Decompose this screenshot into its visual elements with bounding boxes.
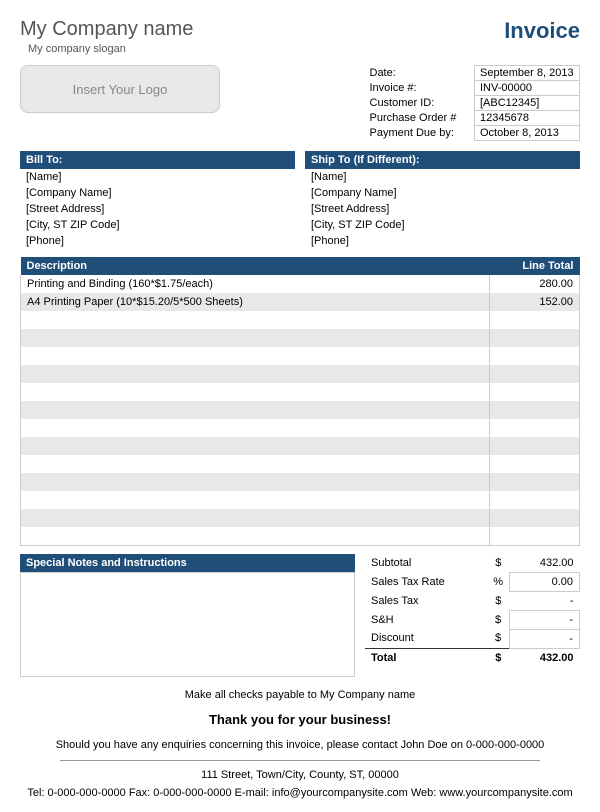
bill-to-name[interactable]: [Name]	[20, 169, 295, 185]
company-slogan: My company slogan	[28, 43, 193, 55]
subtotal-label: Subtotal	[365, 554, 487, 573]
item-desc[interactable]	[21, 455, 490, 473]
meta-invoice-value[interactable]: INV-00000	[475, 81, 580, 96]
discount-sym: $	[487, 629, 509, 648]
item-desc[interactable]	[21, 419, 490, 437]
sh-sym: $	[487, 610, 509, 629]
tax-label: Sales Tax	[365, 591, 487, 610]
total-label: Total	[365, 648, 487, 667]
bill-to-section: Bill To: [Name] [Company Name] [Street A…	[20, 151, 295, 249]
item-desc[interactable]	[21, 365, 490, 383]
invoice-title: Invoice	[504, 18, 580, 44]
item-total[interactable]: 280.00	[490, 275, 580, 293]
meta-customer-value[interactable]: [ABC12345]	[475, 96, 580, 111]
item-desc[interactable]	[21, 383, 490, 401]
footer-payable: Make all checks payable to My Company na…	[20, 687, 580, 705]
item-total[interactable]	[490, 437, 580, 455]
invoice-meta: Date:September 8, 2013 Invoice #:INV-000…	[365, 65, 581, 141]
item-desc[interactable]	[21, 311, 490, 329]
company-name: My Company name	[20, 18, 193, 41]
line-items-table: Description Line Total Printing and Bind…	[20, 257, 580, 546]
item-total[interactable]	[490, 473, 580, 491]
tax-sym: $	[487, 591, 509, 610]
footer-address: 111 Street, Town/City, County, ST, 00000	[20, 767, 580, 785]
item-desc[interactable]	[21, 491, 490, 509]
item-total[interactable]	[490, 401, 580, 419]
notes-header: Special Notes and Instructions	[20, 554, 355, 572]
footer-contact: Tel: 0-000-000-0000 Fax: 0-000-000-0000 …	[20, 785, 580, 803]
meta-po-value[interactable]: 12345678	[475, 111, 580, 126]
sh-label: S&H	[365, 610, 487, 629]
taxrate-sym: %	[487, 572, 509, 591]
bill-to-phone[interactable]: [Phone]	[20, 233, 295, 249]
meta-po-label: Purchase Order #	[365, 111, 475, 126]
item-total[interactable]: 152.00	[490, 293, 580, 311]
meta-date-value[interactable]: September 8, 2013	[475, 66, 580, 81]
item-desc[interactable]: A4 Printing Paper (10*$15.20/5*500 Sheet…	[21, 293, 490, 311]
meta-customer-label: Customer ID:	[365, 96, 475, 111]
item-total[interactable]	[490, 311, 580, 329]
item-desc[interactable]	[21, 527, 490, 545]
item-desc[interactable]	[21, 437, 490, 455]
ship-to-name[interactable]: [Name]	[305, 169, 580, 185]
footer-enquiry: Should you have any enquiries concerning…	[20, 737, 580, 755]
bill-to-street[interactable]: [Street Address]	[20, 201, 295, 217]
item-total[interactable]	[490, 347, 580, 365]
ship-to-company[interactable]: [Company Name]	[305, 185, 580, 201]
taxrate-val[interactable]: 0.00	[510, 572, 580, 591]
item-desc[interactable]: Printing and Binding (160*$1.75/each)	[21, 275, 490, 293]
meta-invoice-label: Invoice #:	[365, 81, 475, 96]
subtotal-sym: $	[487, 554, 509, 573]
ship-to-header: Ship To (If Different):	[305, 151, 580, 169]
item-total[interactable]	[490, 383, 580, 401]
subtotal-val: 432.00	[510, 554, 580, 573]
item-desc[interactable]	[21, 401, 490, 419]
item-total[interactable]	[490, 527, 580, 545]
totals-section: Subtotal$432.00 Sales Tax Rate%0.00 Sale…	[365, 554, 580, 677]
ship-to-section: Ship To (If Different): [Name] [Company …	[305, 151, 580, 249]
item-desc[interactable]	[21, 329, 490, 347]
total-val: 432.00	[510, 648, 580, 667]
tax-val: -	[510, 591, 580, 610]
item-total[interactable]	[490, 509, 580, 527]
sh-val[interactable]: -	[510, 610, 580, 629]
ship-to-phone[interactable]: [Phone]	[305, 233, 580, 249]
taxrate-label: Sales Tax Rate	[365, 572, 487, 591]
logo-placeholder[interactable]: Insert Your Logo	[20, 65, 220, 113]
meta-due-label: Payment Due by:	[365, 126, 475, 141]
col-description: Description	[21, 257, 490, 275]
bill-to-citystate[interactable]: [City, ST ZIP Code]	[20, 217, 295, 233]
meta-date-label: Date:	[365, 66, 475, 81]
bill-to-company[interactable]: [Company Name]	[20, 185, 295, 201]
col-line-total: Line Total	[490, 257, 580, 275]
ship-to-citystate[interactable]: [City, ST ZIP Code]	[305, 217, 580, 233]
item-total[interactable]	[490, 329, 580, 347]
notes-box[interactable]	[20, 572, 355, 677]
item-total[interactable]	[490, 491, 580, 509]
item-total[interactable]	[490, 419, 580, 437]
meta-due-value[interactable]: October 8, 2013	[475, 126, 580, 141]
item-desc[interactable]	[21, 509, 490, 527]
discount-label: Discount	[365, 629, 487, 648]
bill-to-header: Bill To:	[20, 151, 295, 169]
total-sym: $	[487, 648, 509, 667]
discount-val[interactable]: -	[510, 629, 580, 648]
item-desc[interactable]	[21, 473, 490, 491]
item-total[interactable]	[490, 455, 580, 473]
item-total[interactable]	[490, 365, 580, 383]
footer-thanks: Thank you for your business!	[20, 710, 580, 731]
ship-to-street[interactable]: [Street Address]	[305, 201, 580, 217]
item-desc[interactable]	[21, 347, 490, 365]
